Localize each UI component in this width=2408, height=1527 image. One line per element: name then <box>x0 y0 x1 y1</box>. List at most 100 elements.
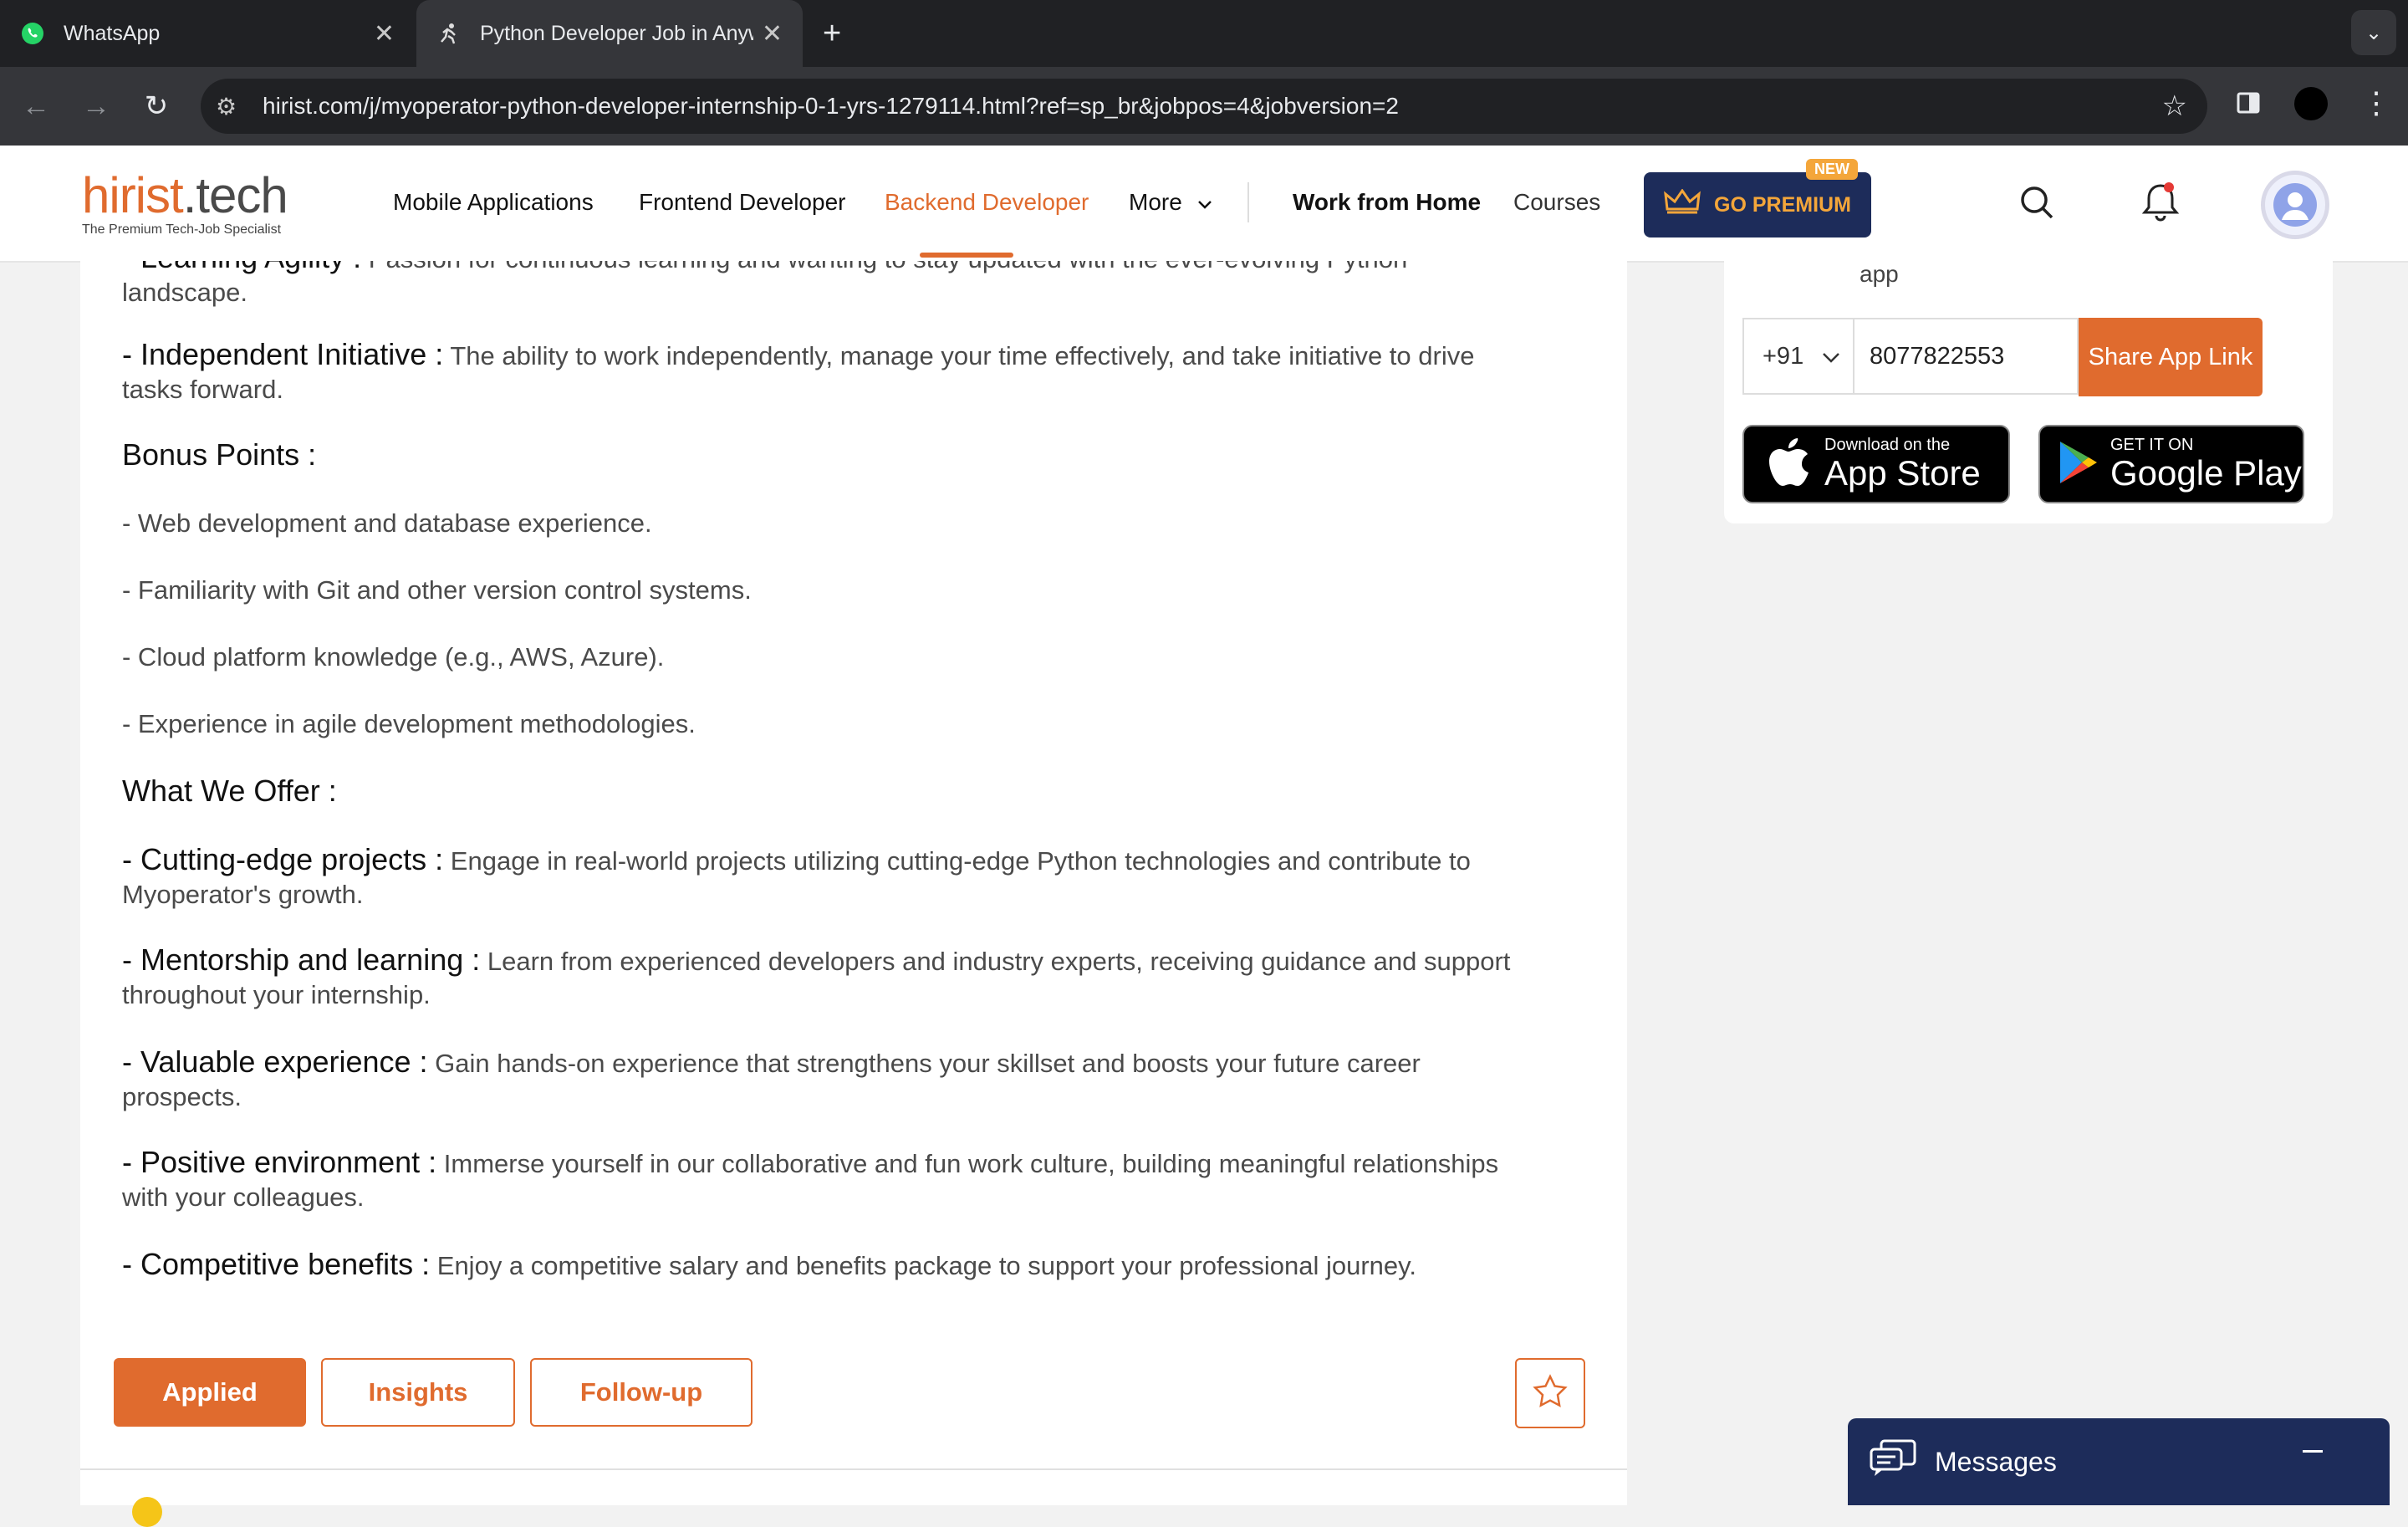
app-store-big-text: App Store <box>1824 453 1981 493</box>
close-tab-icon[interactable]: ✕ <box>374 19 395 49</box>
card-divider <box>80 1468 1627 1470</box>
point-text-cont: tasks forward. <box>122 375 283 404</box>
logo-tech: tech <box>196 167 288 223</box>
tab-search-chevron-icon[interactable]: ⌄ <box>2351 10 2396 55</box>
insights-button[interactable]: Insights <box>321 1358 515 1427</box>
bonus-points-heading: Bonus Points : <box>122 437 317 472</box>
browser-profile-avatar[interactable] <box>2294 87 2328 120</box>
hirist-logo[interactable]: hirist.tech The Premium Tech-Job Special… <box>82 171 288 237</box>
logo-tagline: The Premium Tech-Job Specialist <box>82 222 282 237</box>
logo-main: hirist <box>82 167 184 223</box>
url-text: hirist.com/j/myoperator-python-developer… <box>263 93 1399 119</box>
nav-mobile-applications[interactable]: Mobile Applications <box>393 189 594 216</box>
point-text-cont: Myoperator's growth. <box>122 880 364 909</box>
logo-dot: . <box>182 167 197 223</box>
google-play-badge[interactable]: GET IT ON Google Play <box>2038 425 2304 503</box>
point-text: Immerse yourself in our collaborative an… <box>436 1149 1499 1178</box>
point-text: Gain hands-on experience that strengthen… <box>427 1049 1421 1078</box>
offer-point: - Mentorship and learning : Learn from e… <box>122 943 1594 1012</box>
point-text: Learn from experienced developers and in… <box>480 947 1511 976</box>
independent-initiative-point: - Independent Initiative : The ability t… <box>122 338 1594 406</box>
point-text: The ability to work independently, manag… <box>443 341 1475 370</box>
bonus-point: - Familiarity with Git and other version… <box>122 575 752 605</box>
offer-point: - Cutting-edge projects : Engage in real… <box>122 843 1594 912</box>
point-text-cont: throughout your internship. <box>122 980 431 1009</box>
tab-title: WhatsApp <box>64 21 161 45</box>
side-panel-icon[interactable] <box>2236 90 2261 122</box>
point-label: - Competitive benefits : <box>122 1247 431 1281</box>
nav-backend-developer[interactable]: Backend Developer <box>885 189 1089 216</box>
bonus-point: - Cloud platform knowledge (e.g., AWS, A… <box>122 642 665 672</box>
offer-point: - Valuable experience : Gain hands-on ex… <box>122 1045 1594 1114</box>
nav-frontend-developer[interactable]: Frontend Developer <box>639 189 845 216</box>
tab-python-developer-job[interactable]: Python Developer Job in Anyw ✕ <box>416 0 803 67</box>
country-code: +91 <box>1763 342 1804 370</box>
forward-icon[interactable]: → <box>77 87 115 125</box>
go-premium-button[interactable]: GO PREMIUM <box>1644 172 1871 237</box>
job-description-card: - Learning Agility : Passion for continu… <box>80 261 1627 1505</box>
apple-icon <box>1768 437 1809 491</box>
chat-icon <box>1870 1439 1916 1484</box>
google-play-icon <box>2059 440 2099 489</box>
point-text-cont: prospects. <box>122 1082 242 1111</box>
save-job-button[interactable] <box>1515 1358 1585 1428</box>
point-label: - Positive environment : <box>122 1145 437 1179</box>
point-text-cont: landscape. <box>122 278 247 307</box>
offer-point: - Competitive benefits : Enjoy a competi… <box>122 1248 1594 1283</box>
nav-courses[interactable]: Courses <box>1513 189 1600 216</box>
offer-point: - Positive environment : Immerse yoursel… <box>122 1146 1594 1214</box>
point-label: - Valuable experience : <box>122 1044 428 1079</box>
point-text: Engage in real-world projects utilizing … <box>443 846 1471 876</box>
tab-title: Python Developer Job in Anyw <box>480 21 753 45</box>
user-avatar[interactable] <box>2261 171 2329 239</box>
site-header: hirist.tech The Premium Tech-Job Special… <box>0 146 2408 263</box>
search-icon[interactable] <box>2018 184 2055 225</box>
close-tab-icon[interactable]: ✕ <box>762 19 783 49</box>
google-play-small-text: GET IT ON <box>2110 436 2194 454</box>
app-text: app <box>1860 261 1899 287</box>
back-icon[interactable]: ← <box>17 87 55 125</box>
messages-label: Messages <box>1935 1446 2057 1477</box>
partial-yellow-icon <box>132 1497 162 1527</box>
reload-icon[interactable]: ↻ <box>137 87 176 125</box>
applied-button[interactable]: Applied <box>114 1358 306 1427</box>
new-badge: NEW <box>1806 159 1858 180</box>
point-text: Enjoy a competitive salary and benefits … <box>430 1251 1416 1280</box>
address-bar[interactable]: ⚙ hirist.com/j/myoperator-python-develop… <box>201 79 2207 134</box>
google-play-big-text: Google Play <box>2110 453 2302 493</box>
site-info-icon[interactable]: ⚙ <box>216 93 249 120</box>
runner-icon <box>436 21 462 46</box>
chevron-down-icon <box>1197 189 1212 216</box>
bonus-point: - Experience in agile development method… <box>122 709 696 738</box>
star-icon <box>1532 1373 1569 1414</box>
app-store-small-text: Download on the <box>1824 436 1951 454</box>
minimize-icon[interactable] <box>2303 1450 2323 1453</box>
app-store-badge[interactable]: Download on the App Store <box>1742 425 2010 503</box>
tab-whatsapp[interactable]: WhatsApp ✕ <box>0 0 415 67</box>
active-nav-indicator <box>920 253 1013 258</box>
nav-work-from-home[interactable]: Work from Home <box>1293 189 1481 216</box>
messages-widget[interactable]: Messages <box>1848 1418 2390 1505</box>
nav-divider <box>1247 182 1249 222</box>
browser-tab-bar: WhatsApp ✕ Python Developer Job in Anyw … <box>0 0 2408 67</box>
country-code-select[interactable]: +91 <box>1742 318 1853 395</box>
browser-toolbar: ← → ↻ ⚙ hirist.com/j/myoperator-python-d… <box>0 67 2408 146</box>
point-label: - Cutting-edge projects : <box>122 842 444 876</box>
phone-number-input[interactable]: 8077822553 <box>1853 318 2079 395</box>
share-app-link-button[interactable]: Share App Link <box>2079 318 2263 396</box>
crown-icon <box>1664 188 1701 221</box>
what-we-offer-heading: What We Offer : <box>122 774 337 808</box>
nav-more-label: More <box>1129 189 1182 215</box>
point-text-cont: with your colleagues. <box>122 1182 365 1212</box>
point-label: - Independent Initiative : <box>122 337 444 371</box>
nav-more[interactable]: More <box>1129 189 1212 216</box>
bookmark-star-icon[interactable]: ☆ <box>2162 89 2187 123</box>
bonus-point: - Web development and database experienc… <box>122 508 652 538</box>
whatsapp-icon <box>20 21 45 46</box>
bell-icon[interactable] <box>2140 181 2181 227</box>
follow-up-button[interactable]: Follow-up <box>530 1358 752 1427</box>
browser-menu-icon[interactable]: ⋮ <box>2361 85 2391 120</box>
new-tab-icon[interactable]: + <box>823 15 841 52</box>
point-label: - Mentorship and learning : <box>122 942 481 977</box>
go-premium-label: GO PREMIUM <box>1714 192 1851 217</box>
